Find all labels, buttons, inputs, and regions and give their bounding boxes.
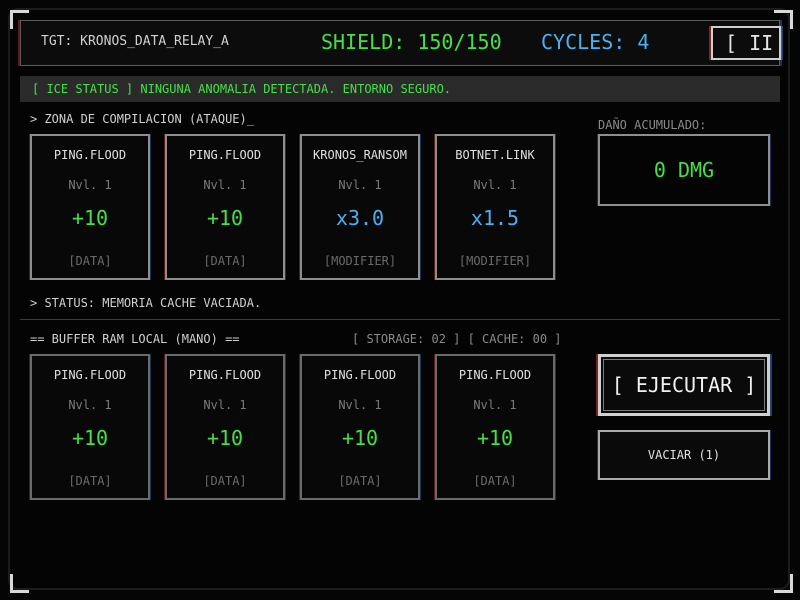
card-kind: [DATA] (203, 254, 247, 268)
card-name: PING.FLOOD (53, 368, 127, 382)
cycles-readout: CYCLES: 4 (541, 30, 650, 54)
storage-readout: [ STORAGE: 02 ] [ CACHE: 00 ] (352, 332, 562, 346)
ice-status-bar: [ ICE STATUS ] NINGUNA ANOMALIA DETECTAD… (20, 76, 780, 102)
execute-button[interactable]: [ EJECUTAR ] (598, 354, 770, 416)
card-kind: [DATA] (68, 254, 112, 268)
card-level: Nvl. 1 (203, 178, 247, 192)
corner-bracket-bottom-left (10, 574, 29, 593)
hand-card[interactable]: PING.FLOOD Nvl. 1 +10 [DATA] (300, 354, 420, 500)
card-name: KRONOS_RANSOM (313, 148, 407, 162)
card-value: +10 (206, 206, 244, 230)
compile-card[interactable]: BOTNET.LINK Nvl. 1 x1.5 [MODIFIER] (435, 134, 555, 280)
status-line: > STATUS: MEMORIA CACHE VACIADA. (30, 296, 262, 310)
card-value: +10 (341, 426, 379, 450)
card-level: Nvl. 1 (473, 398, 517, 412)
corner-bracket-bottom-right (774, 574, 793, 593)
card-value: +10 (71, 426, 109, 450)
compile-card[interactable]: KRONOS_RANSOM Nvl. 1 x3.0 [MODIFIER] (300, 134, 420, 280)
card-value: x3.0 (335, 206, 385, 230)
shield-readout: SHIELD: 150/150 (321, 30, 502, 54)
card-name: BOTNET.LINK (455, 148, 535, 162)
card-kind: [MODIFIER] (458, 254, 532, 268)
card-kind: [DATA] (203, 474, 247, 488)
card-level: Nvl. 1 (473, 178, 517, 192)
damage-readout: 0 DMG (598, 134, 770, 206)
compile-card[interactable]: PING.FLOOD Nvl. 1 +10 [DATA] (165, 134, 285, 280)
card-value: +10 (476, 426, 514, 450)
hand-label: == BUFFER RAM LOCAL (MANO) == (30, 332, 240, 346)
section-divider (20, 319, 780, 320)
clear-button[interactable]: VACIAR (1) (598, 430, 770, 480)
card-kind: [MODIFIER] (323, 254, 397, 268)
card-level: Nvl. 1 (203, 398, 247, 412)
card-level: Nvl. 1 (338, 178, 382, 192)
compile-zone-label: > ZONA DE COMPILACION (ATAQUE)_ (30, 112, 254, 126)
card-name: PING.FLOOD (188, 368, 262, 382)
card-level: Nvl. 1 (68, 178, 112, 192)
hand-card[interactable]: PING.FLOOD Nvl. 1 +10 [DATA] (30, 354, 150, 500)
card-kind: [DATA] (338, 474, 382, 488)
compile-card[interactable]: PING.FLOOD Nvl. 1 +10 [DATA] (30, 134, 150, 280)
pause-button[interactable]: [ II (711, 26, 781, 60)
hand-card[interactable]: PING.FLOOD Nvl. 1 +10 [DATA] (165, 354, 285, 500)
card-kind: [DATA] (473, 474, 517, 488)
card-kind: [DATA] (68, 474, 112, 488)
game-screen: TGT: KRONOS_DATA_RELAY_A SHIELD: 150/150… (0, 0, 800, 600)
card-value: +10 (206, 426, 244, 450)
card-value: x1.5 (470, 206, 520, 230)
card-name: PING.FLOOD (188, 148, 262, 162)
card-name: PING.FLOOD (53, 148, 127, 162)
target-label: TGT: KRONOS_DATA_RELAY_A (41, 34, 229, 49)
hand-card[interactable]: PING.FLOOD Nvl. 1 +10 [DATA] (435, 354, 555, 500)
card-name: PING.FLOOD (323, 368, 397, 382)
card-level: Nvl. 1 (338, 398, 382, 412)
damage-label: DAÑO ACUMULADO: (598, 118, 707, 132)
header-bar: TGT: KRONOS_DATA_RELAY_A SHIELD: 150/150… (20, 20, 781, 66)
card-level: Nvl. 1 (68, 398, 112, 412)
card-value: +10 (71, 206, 109, 230)
card-name: PING.FLOOD (458, 368, 532, 382)
